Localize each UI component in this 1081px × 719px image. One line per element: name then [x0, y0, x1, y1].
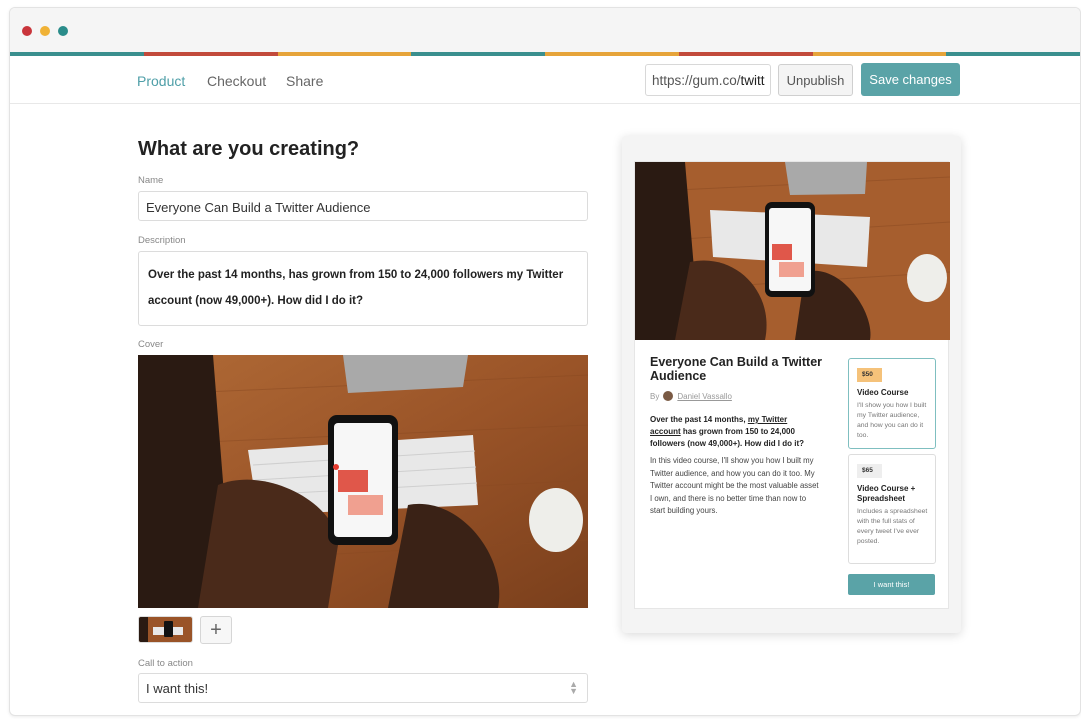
product-url-field[interactable]: https://gum.co/twitt	[645, 64, 771, 96]
author-avatar	[663, 391, 674, 401]
option-description: Includes a spreadsheet with the full sta…	[857, 508, 928, 545]
price-tag: $65	[857, 464, 882, 478]
save-changes-button[interactable]: Save changes	[861, 63, 960, 96]
thumbnail-photo	[139, 617, 192, 642]
cover-thumbnail[interactable]	[138, 616, 193, 643]
name-label: Name	[138, 175, 164, 186]
select-arrows-icon: ▲ ▼	[569, 679, 578, 696]
option-description: I'll show you how I built my Twitter aud…	[857, 402, 927, 439]
preview-cover-image	[635, 162, 950, 340]
tab-product[interactable]: Product	[137, 73, 185, 89]
preview-body: In this video course, I'll show you how …	[650, 456, 819, 515]
product-preview: Everyone Can Build a Twitter Audience By…	[622, 136, 961, 633]
top-nav: Product Checkout Share https://gum.co/tw…	[10, 56, 1080, 104]
minimize-window-icon[interactable]	[40, 26, 50, 36]
preview-page: Everyone Can Build a Twitter Audience By…	[634, 161, 950, 609]
lead-text-1: Over the past 14 months,	[650, 415, 748, 424]
name-input[interactable]: Everyone Can Build a Twitter Audience	[138, 191, 588, 221]
option-video-course-spreadsheet[interactable]: $65 Video Course + Spreadsheet Includes …	[848, 454, 936, 564]
preview-photo	[635, 162, 950, 340]
preview-title: Everyone Can Build a Twitter Audience	[650, 355, 823, 383]
option-title: Video Course	[857, 388, 909, 397]
i-want-this-button[interactable]: I want this!	[848, 574, 935, 595]
cover-photo	[138, 355, 588, 608]
cover-image	[138, 355, 588, 608]
url-prefix: https://gum.co/	[652, 73, 741, 88]
cover-label: Cover	[138, 339, 164, 350]
price-tag: $50	[857, 368, 882, 382]
cta-label: Call to action	[138, 658, 193, 669]
cta-select-value: I want this!	[146, 681, 209, 696]
author-link[interactable]: Daniel Vassallo	[677, 392, 732, 401]
by-label: By	[650, 391, 660, 401]
description-textarea[interactable]: Over the past 14 months, has grown from …	[138, 251, 588, 326]
url-slug: twitt	[740, 73, 765, 88]
option-video-course[interactable]: $50 Video Course I'll show you how I bui…	[848, 358, 936, 449]
preview-lead: Over the past 14 months, my Twitter acco…	[650, 414, 820, 450]
description-label: Description	[138, 235, 186, 246]
unpublish-button[interactable]: Unpublish	[778, 64, 853, 96]
preview-byline: By Daniel Vassallo	[650, 391, 732, 401]
window-titlebar	[10, 8, 1080, 52]
add-cover-button[interactable]: +	[200, 616, 232, 644]
tab-checkout[interactable]: Checkout	[207, 73, 266, 89]
close-window-icon[interactable]	[22, 26, 32, 36]
option-title: Video Course + Spreadsheet	[857, 484, 916, 503]
browser-window: Product Checkout Share https://gum.co/tw…	[9, 7, 1081, 716]
tab-share[interactable]: Share	[286, 73, 323, 89]
maximize-window-icon[interactable]	[58, 26, 68, 36]
page-title: What are you creating?	[138, 138, 360, 160]
cta-select[interactable]: I want this! ▲ ▼	[138, 673, 588, 703]
